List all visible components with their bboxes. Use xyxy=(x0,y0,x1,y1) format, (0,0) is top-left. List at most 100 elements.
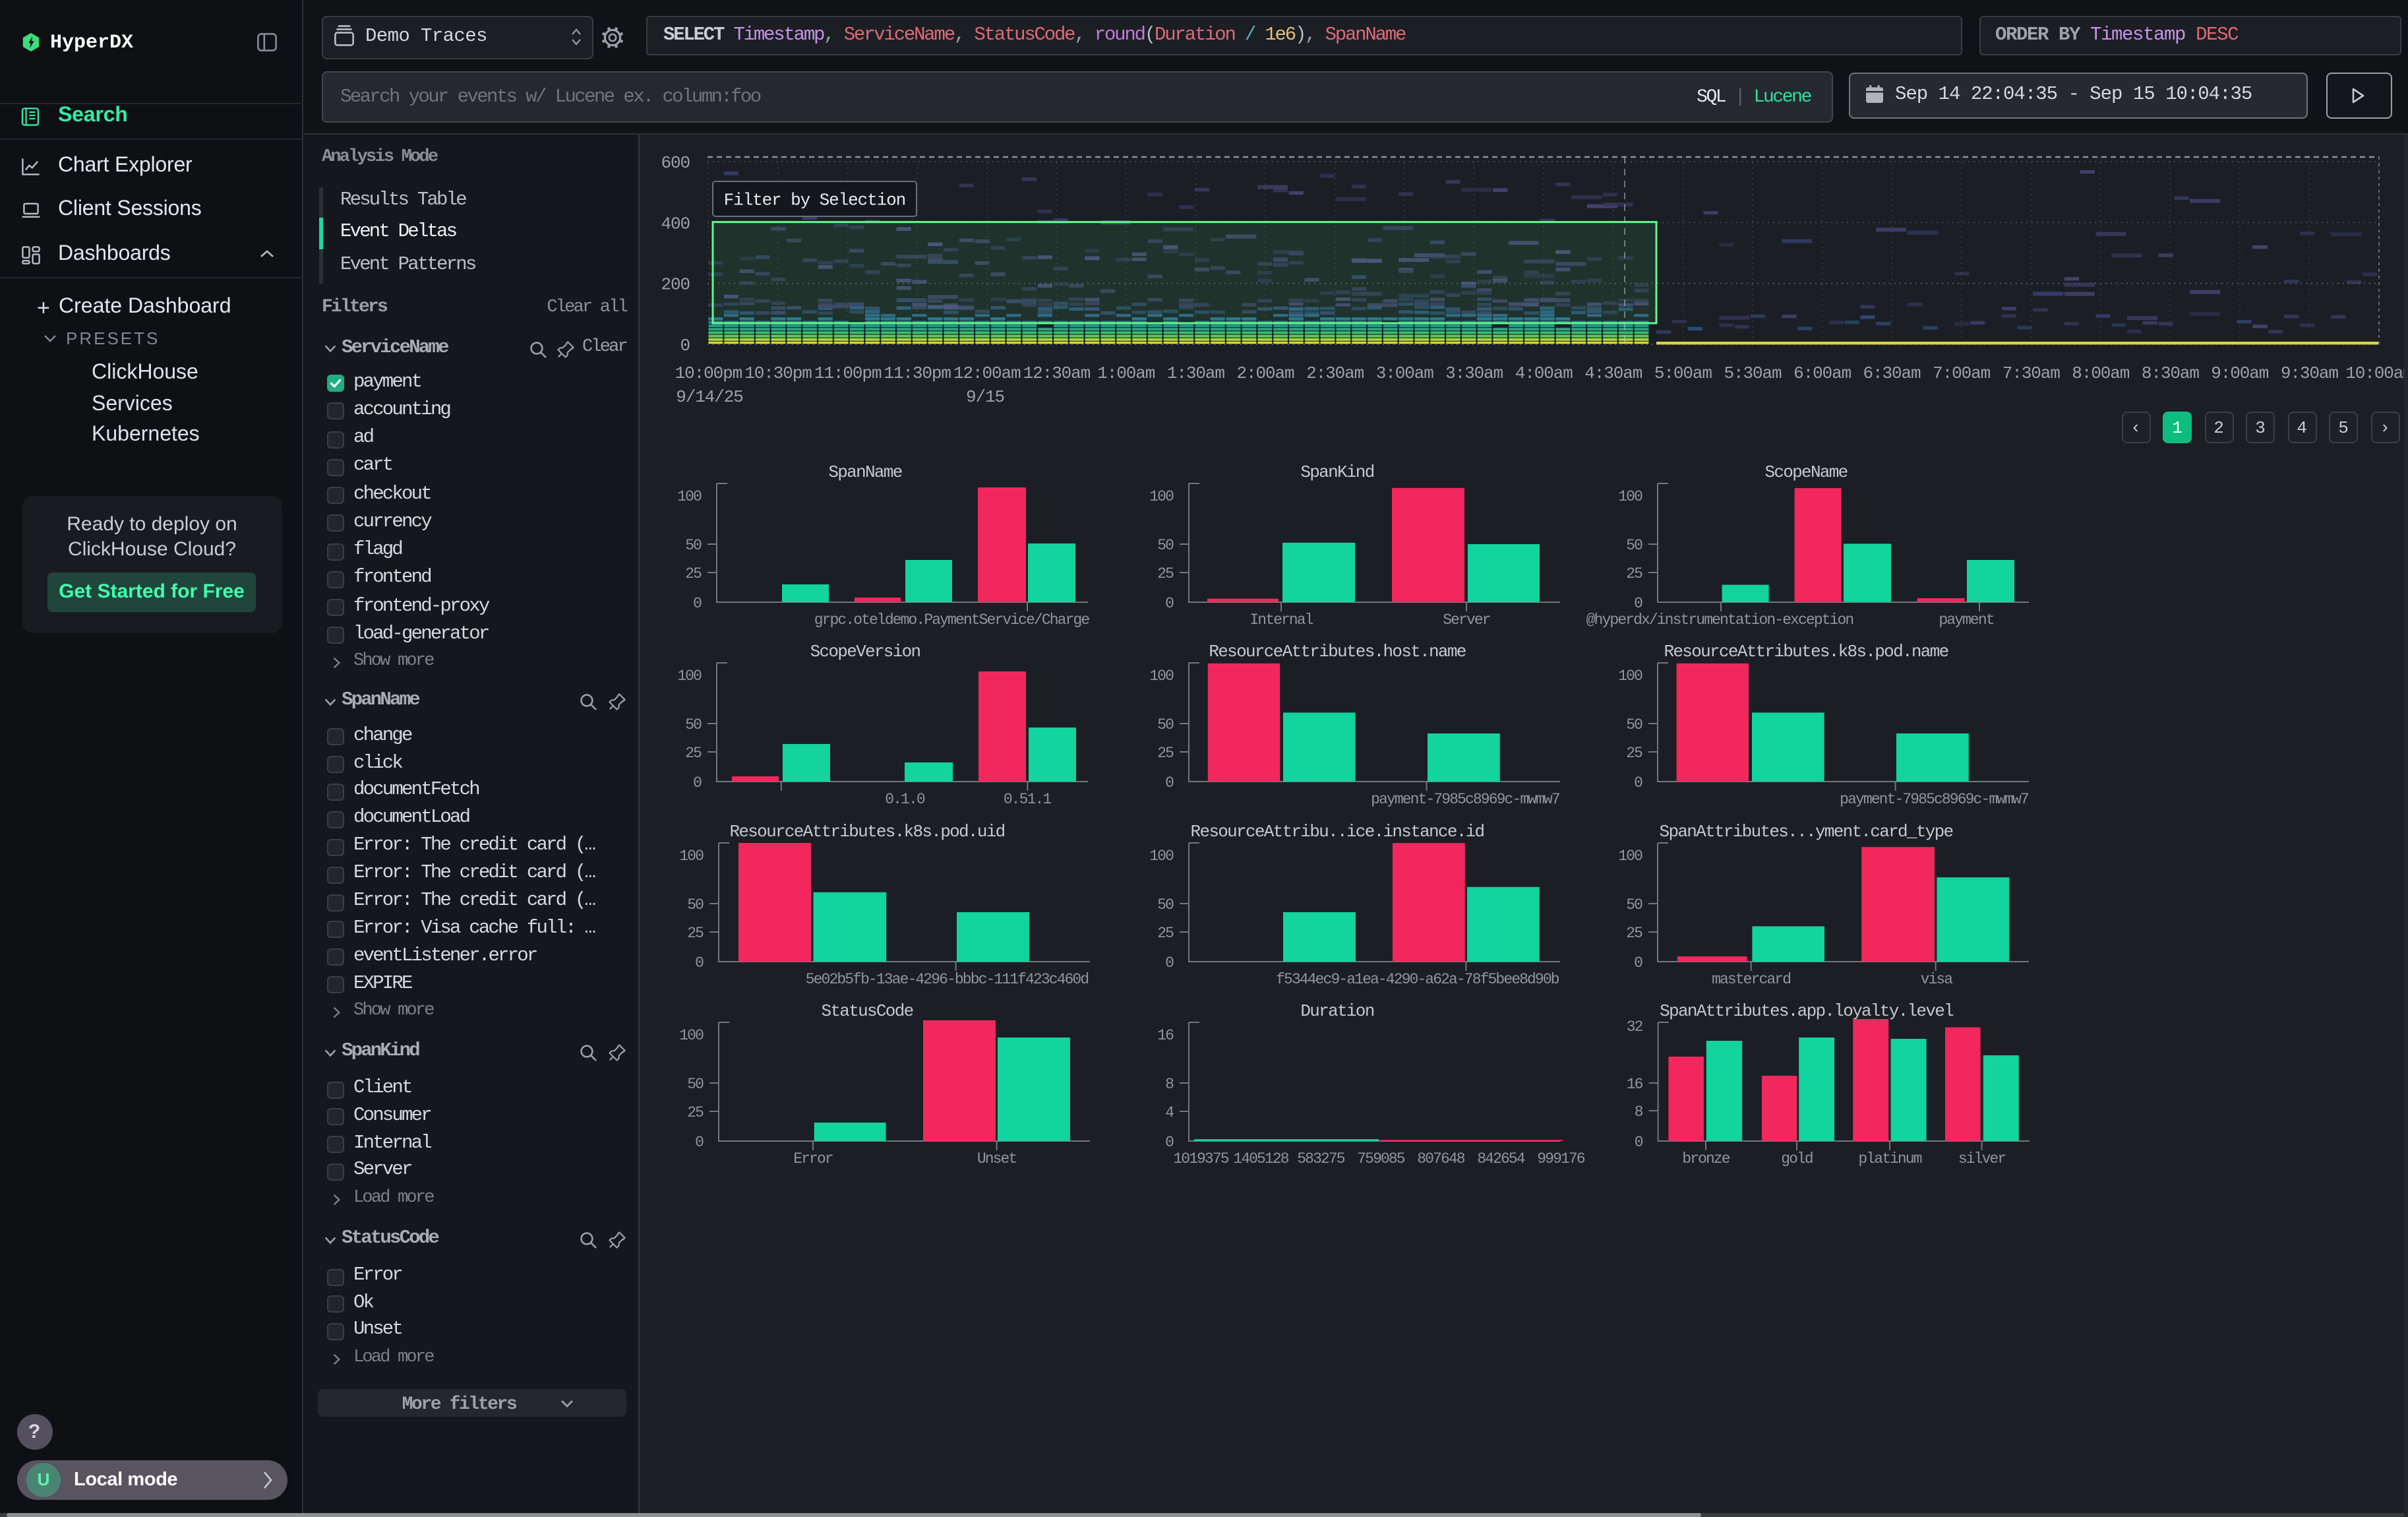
svg-text:0: 0 xyxy=(680,336,690,356)
svg-text:50: 50 xyxy=(1626,896,1642,913)
svg-text:50: 50 xyxy=(687,896,704,913)
svg-text:6:00am: 6:00am xyxy=(1793,363,1851,383)
svg-text:0: 0 xyxy=(1165,774,1174,791)
svg-text:400: 400 xyxy=(661,214,690,233)
svg-text:25: 25 xyxy=(1157,565,1174,582)
svg-text:SpanAttributes...yment.card_ty: SpanAttributes...yment.card_type xyxy=(1660,822,1953,842)
svg-text:600: 600 xyxy=(661,153,690,173)
svg-text:ScopeVersion: ScopeVersion xyxy=(810,642,920,662)
svg-text:2:00am: 2:00am xyxy=(1236,363,1294,383)
svg-text:9:30am: 9:30am xyxy=(2281,363,2339,383)
svg-text:1:30am: 1:30am xyxy=(1167,363,1225,383)
svg-text:payment-7985c8969c-mwmw7: payment-7985c8969c-mwmw7 xyxy=(1840,791,2028,808)
svg-text:0: 0 xyxy=(1165,1134,1174,1151)
svg-text:StatusCode: StatusCode xyxy=(821,1001,913,1021)
svg-text:25: 25 xyxy=(685,745,702,762)
svg-text:7:00am: 7:00am xyxy=(1933,363,1991,383)
svg-text:759085: 759085 xyxy=(1357,1150,1405,1167)
svg-text:payment-7985c8969c-mwmw7: payment-7985c8969c-mwmw7 xyxy=(1371,791,1559,808)
svg-text:25: 25 xyxy=(687,925,704,942)
svg-text:gold: gold xyxy=(1781,1150,1813,1167)
svg-text:0: 0 xyxy=(695,1134,704,1151)
svg-text:4: 4 xyxy=(1165,1104,1174,1121)
svg-text:25: 25 xyxy=(687,1104,704,1121)
svg-text:ScopeName: ScopeName xyxy=(1764,462,1847,482)
svg-text:1019375: 1019375 xyxy=(1173,1150,1228,1167)
svg-text:842654: 842654 xyxy=(1477,1150,1525,1167)
svg-text:ResourceAttributes.host.name: ResourceAttributes.host.name xyxy=(1209,642,1465,662)
svg-text:8: 8 xyxy=(1165,1076,1174,1093)
svg-text:50: 50 xyxy=(687,1076,704,1093)
svg-text:12:30am: 12:30am xyxy=(1023,363,1091,383)
svg-text:25: 25 xyxy=(1626,925,1642,942)
svg-text:0: 0 xyxy=(1634,954,1642,972)
svg-text:@hyperdx/instrumentation-excep: @hyperdx/instrumentation-exception xyxy=(1586,611,1853,629)
svg-text:visa: visa xyxy=(1921,971,1954,988)
svg-text:999176: 999176 xyxy=(1537,1150,1585,1167)
svg-text:9/14/25: 9/14/25 xyxy=(676,387,743,407)
svg-text:0: 0 xyxy=(1635,1134,1643,1151)
svg-text:Internal: Internal xyxy=(1249,611,1313,629)
svg-text:ResourceAttributes.k8s.pod.nam: ResourceAttributes.k8s.pod.name xyxy=(1664,642,1948,662)
svg-text:ResourceAttribu..ice.instance.: ResourceAttribu..ice.instance.id xyxy=(1191,822,1484,842)
svg-text:0: 0 xyxy=(695,954,704,972)
svg-text:3:30am: 3:30am xyxy=(1445,363,1503,383)
svg-text:25: 25 xyxy=(1157,925,1174,942)
svg-text:0: 0 xyxy=(1634,774,1642,791)
svg-text:100: 100 xyxy=(1149,488,1174,505)
svg-text:8:30am: 8:30am xyxy=(2142,363,2200,383)
svg-text:3:00am: 3:00am xyxy=(1376,363,1434,383)
svg-text:10:30pm: 10:30pm xyxy=(744,363,812,383)
svg-text:100: 100 xyxy=(1618,848,1642,865)
svg-text:0: 0 xyxy=(693,774,702,791)
svg-text:0: 0 xyxy=(1165,595,1174,612)
svg-text:Filter by Selection: Filter by Selection xyxy=(724,190,906,210)
svg-text:Unset: Unset xyxy=(977,1150,1017,1167)
svg-text:25: 25 xyxy=(685,565,702,582)
svg-text:SpanKind: SpanKind xyxy=(1300,462,1373,482)
svg-text:100: 100 xyxy=(1149,848,1174,865)
svg-text:0.51.1: 0.51.1 xyxy=(1004,791,1052,808)
svg-text:100: 100 xyxy=(677,488,702,505)
svg-text:200: 200 xyxy=(661,275,690,295)
svg-text:9/15: 9/15 xyxy=(966,387,1004,407)
svg-text:5e02b5fb-13ae-4296-bbbc-111f42: 5e02b5fb-13ae-4296-bbbc-111f423c460d xyxy=(806,971,1089,988)
svg-text:ResourceAttributes.k8s.pod.uid: ResourceAttributes.k8s.pod.uid xyxy=(729,822,1004,842)
svg-text:0.1.0: 0.1.0 xyxy=(885,791,925,808)
svg-text:11:30pm: 11:30pm xyxy=(884,363,951,383)
svg-text:16: 16 xyxy=(1157,1027,1174,1044)
svg-text:1405128: 1405128 xyxy=(1233,1150,1288,1167)
svg-text:32: 32 xyxy=(1627,1018,1643,1036)
svg-text:mastercard: mastercard xyxy=(1712,971,1790,988)
svg-text:payment: payment xyxy=(1939,611,1993,629)
svg-text:5:00am: 5:00am xyxy=(1654,363,1712,383)
svg-text:0: 0 xyxy=(693,595,702,612)
svg-text:SpanName: SpanName xyxy=(828,462,901,482)
svg-text:807648: 807648 xyxy=(1417,1150,1465,1167)
svg-text:50: 50 xyxy=(1626,716,1642,733)
svg-text:platinum: platinum xyxy=(1858,1150,1921,1167)
svg-text:50: 50 xyxy=(1626,537,1642,554)
svg-text:6:30am: 6:30am xyxy=(1863,363,1921,383)
svg-text:f5344ec9-a1ea-4290-a62a-78f5be: f5344ec9-a1ea-4290-a62a-78f5bee8d90b xyxy=(1276,971,1559,988)
svg-text:100: 100 xyxy=(1618,488,1642,505)
svg-text:50: 50 xyxy=(1157,896,1174,913)
svg-text:10:00am: 10:00am xyxy=(2345,363,2408,383)
svg-text:4:30am: 4:30am xyxy=(1584,363,1642,383)
svg-text:50: 50 xyxy=(685,537,702,554)
svg-text:100: 100 xyxy=(679,848,704,865)
svg-text:1:00am: 1:00am xyxy=(1097,363,1155,383)
svg-text:5:30am: 5:30am xyxy=(1724,363,1782,383)
svg-text:SpanAttributes.app.loyalty.lev: SpanAttributes.app.loyalty.level xyxy=(1660,1001,1954,1021)
svg-text:100: 100 xyxy=(1618,667,1642,685)
svg-text:8:00am: 8:00am xyxy=(2072,363,2130,383)
svg-text:0: 0 xyxy=(1634,595,1642,612)
svg-text:50: 50 xyxy=(1157,716,1174,733)
svg-text:Server: Server xyxy=(1443,611,1490,629)
svg-text:25: 25 xyxy=(1157,745,1174,762)
svg-text:16: 16 xyxy=(1627,1076,1643,1093)
svg-text:100: 100 xyxy=(1149,667,1174,685)
svg-text:7:30am: 7:30am xyxy=(2002,363,2061,383)
svg-text:silver: silver xyxy=(1958,1150,2006,1167)
svg-text:4:00am: 4:00am xyxy=(1515,363,1573,383)
